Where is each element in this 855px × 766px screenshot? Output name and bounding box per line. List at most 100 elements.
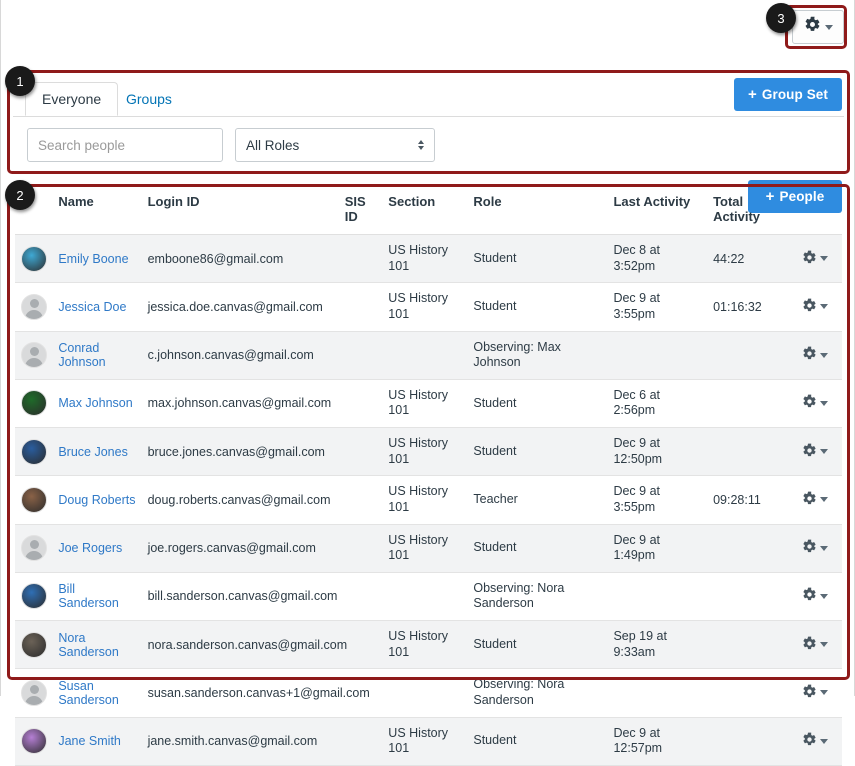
search-input[interactable] <box>27 128 223 162</box>
row-settings-gear-button[interactable] <box>802 346 828 364</box>
table-header: Name Login ID SIS ID Section Role Last A… <box>15 190 842 235</box>
row-settings-gear-button[interactable] <box>802 298 828 316</box>
cell-section: US History 101 <box>382 379 468 429</box>
cell-last-activity: Dec 9 at 1:49pm <box>607 524 708 573</box>
cell-last-activity: Dec 9 at 12:57pm <box>607 717 708 766</box>
table-row: Doug Roberts doug.roberts.canvas@gmail.co… <box>15 475 842 525</box>
tab-groups[interactable]: Groups <box>109 82 189 116</box>
row-settings-gear-button[interactable] <box>802 636 828 654</box>
cell-total-activity <box>707 524 791 573</box>
row-settings-gear-button[interactable] <box>802 394 828 412</box>
user-name-link[interactable]: Bruce Jones <box>58 445 127 459</box>
avatar <box>21 535 47 562</box>
cell-role: Student <box>467 524 608 573</box>
cell-actions <box>790 331 842 380</box>
cell-actions <box>790 379 842 429</box>
cell-name: Jessica Doe <box>52 282 142 332</box>
cell-sis-id <box>338 717 383 766</box>
user-name-link[interactable]: Emily Boone <box>58 252 128 266</box>
user-name-link[interactable]: Conrad Johnson <box>58 341 105 369</box>
cell-name: Joe Rogers <box>52 524 142 573</box>
people-table-wrapper: Name Login ID SIS ID Section Role Last A… <box>15 190 842 766</box>
gear-icon <box>802 298 817 316</box>
cell-name: Susan Sanderson <box>52 668 142 718</box>
cell-last-activity: Dec 9 at 3:55pm <box>607 475 708 525</box>
cell-total-activity <box>707 427 791 477</box>
gear-icon <box>804 16 821 38</box>
user-name-link[interactable]: Jessica Doe <box>58 300 126 314</box>
user-name-link[interactable]: Bill Sanderson <box>58 582 118 610</box>
cell-avatar <box>15 427 53 477</box>
cell-login-id: jessica.doe.canvas@gmail.com <box>141 282 339 332</box>
role-filter-select[interactable]: All Roles <box>235 128 435 162</box>
add-group-set-button[interactable]: + Group Set <box>734 78 842 111</box>
gear-icon <box>802 684 817 702</box>
row-settings-gear-button[interactable] <box>802 684 828 702</box>
page-topbar <box>1 0 855 60</box>
avatar <box>21 583 47 610</box>
cell-name: Doug Roberts <box>52 475 142 525</box>
chevron-down-icon <box>820 449 828 455</box>
user-name-link[interactable]: Jane Smith <box>58 734 121 748</box>
row-settings-gear-button[interactable] <box>802 732 828 750</box>
cell-total-activity <box>707 379 791 429</box>
cell-avatar <box>15 331 53 380</box>
cell-total-activity: 09:28:11 <box>707 475 791 525</box>
table-row: Jessica Doe jessica.doe.canvas@gmail.com U… <box>15 282 842 332</box>
cell-sis-id <box>338 524 383 573</box>
cell-login-id: nora.sanderson.canvas@gmail.com <box>141 620 347 670</box>
avatar <box>21 486 47 513</box>
tab-everyone[interactable]: Everyone <box>25 82 119 116</box>
cell-login-id: c.johnson.canvas@gmail.com <box>141 331 339 380</box>
chevron-down-icon <box>824 24 833 30</box>
annotation-badge-2: 2 <box>5 180 35 210</box>
cell-last-activity <box>607 331 708 380</box>
cell-total-activity <box>707 717 791 766</box>
cell-role: Student <box>467 282 608 332</box>
user-name-link[interactable]: Susan Sanderson <box>58 679 118 707</box>
cell-sis-id <box>338 282 383 332</box>
cell-last-activity: Sep 19 at 9:33am <box>607 620 708 670</box>
cell-avatar <box>15 282 53 332</box>
cell-last-activity: Dec 8 at 3:52pm <box>607 234 708 284</box>
col-header-role: Role <box>467 190 608 235</box>
chevron-down-icon <box>820 400 828 406</box>
people-toolbar-panel: Everyone Groups + Group Set All Roles + … <box>13 78 844 213</box>
cell-sis-id <box>338 331 383 380</box>
chevron-down-icon <box>820 642 828 648</box>
cell-section: US History 101 <box>382 620 468 670</box>
row-settings-gear-button[interactable] <box>802 539 828 557</box>
chevron-down-icon <box>820 690 828 696</box>
sort-updown-icon <box>418 140 424 150</box>
row-settings-gear-button[interactable] <box>802 587 828 605</box>
gear-icon <box>802 732 817 750</box>
row-settings-gear-button[interactable] <box>802 250 828 268</box>
cell-total-activity: 44:22 <box>707 234 791 284</box>
avatar <box>21 245 47 272</box>
user-name-link[interactable]: Nora Sanderson <box>58 631 118 659</box>
cell-actions <box>790 234 842 284</box>
course-settings-gear-button[interactable] <box>792 10 844 44</box>
filter-controls: All Roles + People <box>13 128 844 213</box>
cell-sis-id <box>338 475 383 525</box>
user-name-link[interactable]: Doug Roberts <box>58 493 135 507</box>
user-name-link[interactable]: Max Johnson <box>58 396 132 410</box>
cell-avatar <box>15 572 53 622</box>
row-settings-gear-button[interactable] <box>802 491 828 509</box>
cell-sis-id <box>338 427 383 477</box>
cell-last-activity: Dec 9 at 12:50pm <box>607 427 708 477</box>
cell-section: US History 101 <box>382 717 468 766</box>
cell-name: Emily Boone <box>52 234 142 284</box>
gear-icon <box>802 250 817 268</box>
table-row: Max Johnson max.johnson.canvas@gmail.com U… <box>15 379 842 429</box>
cell-actions <box>790 524 842 573</box>
col-header-sis-id: SIS ID <box>338 190 383 235</box>
col-header-last-activity: Last Activity <box>607 190 708 235</box>
cell-sis-id <box>338 234 383 284</box>
row-settings-gear-button[interactable] <box>802 443 828 461</box>
cell-section: US History 101 <box>382 524 468 573</box>
cell-total-activity: 01:16:32 <box>707 282 791 332</box>
people-page: 3 Everyone Groups + Group Set All Roles … <box>0 0 855 766</box>
avatar <box>21 390 47 417</box>
user-name-link[interactable]: Joe Rogers <box>58 541 122 555</box>
